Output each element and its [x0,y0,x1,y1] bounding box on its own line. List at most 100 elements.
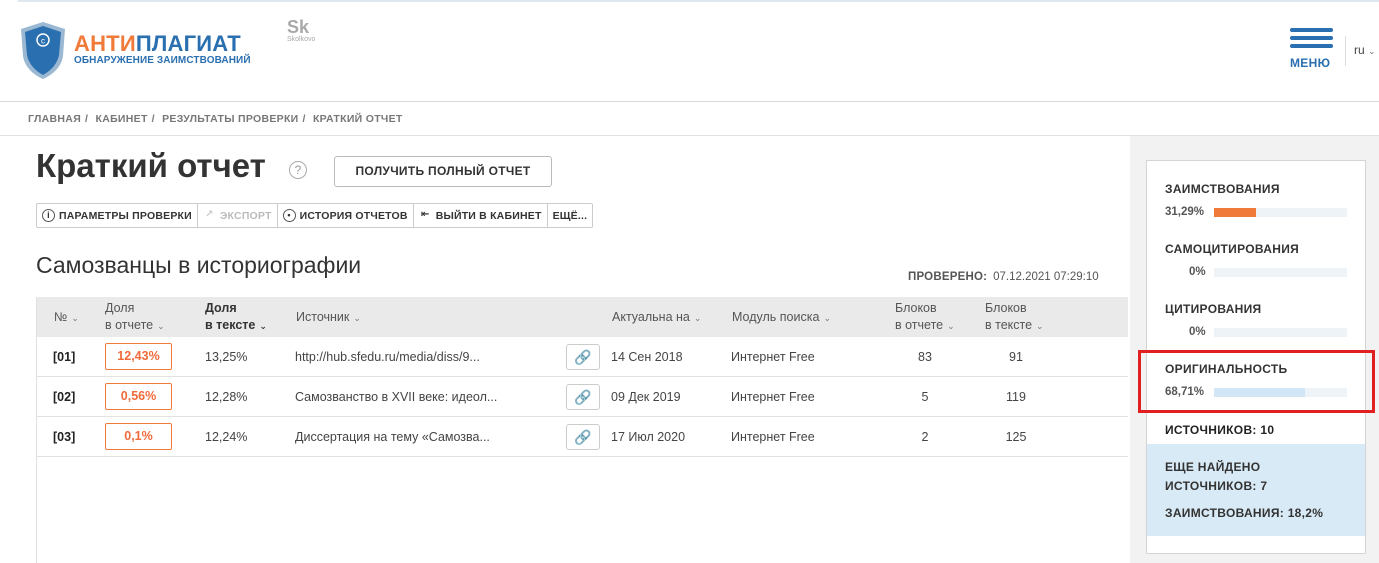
sources-table: № ⌄ Доля в отчете ⌄ Доля в тексте ⌄ Источник ⌄… [36,297,1128,563]
chevron-down-icon: ⌄ [353,313,361,323]
logo-title-part1: АНТИ [74,31,136,56]
logo-subtitle: ОБНАРУЖЕНИЕ ЗАИМСТВОВАНИЙ [74,55,251,66]
col-share-report-label-1: Доля [105,301,135,315]
row-num: [02] [53,390,76,404]
originality-highlight-box [1138,350,1375,413]
table-row[interactable]: [02] 0,56% 12,28% Самозванство в XVII ве… [37,377,1128,417]
menu-label: МЕНЮ [1290,56,1331,70]
sources-count: ИСТОЧНИКОВ: 10 [1165,423,1274,437]
report-toolbar: i ПАРАМЕТРЫ ПРОВЕРКИ ↗ ЭКСПОРТ • ИСТОРИЯ… [36,203,594,228]
share-in-report[interactable]: 12,43% [105,343,172,370]
chevron-down-icon: ⌄ [947,321,955,331]
col-share-text-header[interactable]: Доля в тексте ⌄ [205,300,267,335]
actual-date: 14 Сен 2018 [611,350,683,364]
source-link[interactable]: http://hub.sfedu.ru/media/diss/9... [295,337,480,377]
language-selector[interactable]: ru ⌄ [1354,43,1376,57]
share-in-text: 12,24% [205,430,248,444]
logo-title[interactable]: АНТИПЛАГИАТ [74,31,241,57]
chevron-down-icon: ⌄ [71,313,79,323]
antiplagiat-shield-logo[interactable]: c [18,20,68,80]
selfcite-bar [1214,268,1347,277]
source-link[interactable]: Самозванство в XVII веке: идеол... [295,377,497,417]
col-blocks-report-label-1: Блоков [895,301,937,315]
col-blocks-text-header[interactable]: Блоков в тексте ⌄ [985,300,1044,335]
more-found-sources-value: 7 [1260,479,1268,493]
breadcrumb-results[interactable]: РЕЗУЛЬТАТЫ ПРОВЕРКИ [162,113,298,125]
source-link[interactable]: Диссертация на тему «Самозва... [295,417,490,457]
col-module-header[interactable]: Модуль поиска ⌄ [732,309,831,327]
sources-label: ИСТОЧНИКОВ: [1165,423,1257,437]
share-in-report[interactable]: 0,1% [105,423,172,450]
logo-title-part2: ПЛАГИАТ [135,31,241,56]
top-divider [18,0,1379,2]
help-icon[interactable]: ? [289,161,307,179]
col-share-text-label-2: в тексте [205,318,256,332]
blocks-in-report: 83 [918,350,932,364]
chevron-down-icon: ⌄ [1036,321,1044,331]
citation-bar [1214,328,1347,337]
get-full-report-button[interactable]: ПОЛУЧИТЬ ПОЛНЫЙ ОТЧЕТ [334,156,552,187]
hamburger-icon-bar [1290,44,1333,48]
search-module: Интернет Free [731,430,815,444]
history-icon: • [282,209,296,222]
more-found-sources: ИСТОЧНИКОВ: 7 [1165,479,1267,493]
exit-icon: ⇤ [420,209,430,220]
skolkovo-logo: Sk Skolkovo [287,18,321,50]
report-history-button[interactable]: • ИСТОРИЯ ОТЧЕТОВ [278,204,414,227]
col-blocks-report-header[interactable]: Блоков в отчете ⌄ [895,300,955,335]
check-params-button[interactable]: i ПАРАМЕТРЫ ПРОВЕРКИ [37,204,198,227]
breadcrumb-home[interactable]: ГЛАВНАЯ [28,113,81,125]
checked-info: ПРОВЕРЕНО: 07.12.2021 07:29:10 [908,271,1099,283]
row-num: [01] [53,350,76,364]
sources-value: 10 [1260,423,1275,437]
exit-to-cabinet-button[interactable]: ⇤ ВЫЙТИ В КАБИНЕТ [414,204,548,227]
col-module-label: Модуль поиска [732,310,820,324]
col-actual-header[interactable]: Актуальна на ⌄ [612,309,701,327]
report-history-label: ИСТОРИЯ ОТЧЕТОВ [299,209,408,222]
blocks-in-report: 2 [921,430,929,444]
link-icon[interactable]: 🔗 [566,384,600,410]
skolkovo-logo-mark: Sk [287,17,310,37]
chevron-down-icon: ⌄ [259,321,267,331]
row-num: [03] [53,430,76,444]
actual-date: 17 Июл 2020 [611,430,686,444]
selfcite-label: САМОЦИТИРОВАНИЯ [1165,242,1300,256]
search-module: Интернет Free [731,350,815,364]
more-found-title: ЕЩЕ НАЙДЕНО [1165,460,1261,474]
hamburger-icon [1290,28,1333,32]
checked-datetime: 07.12.2021 07:29:10 [993,271,1099,283]
more-found-box[interactable]: ЕЩЕ НАЙДЕНО ИСТОЧНИКОВ: 7 ЗАИМСТВОВАНИЯ:… [1147,444,1365,536]
checked-label: ПРОВЕРЕНО: [908,271,988,283]
hamburger-icon-bar [1290,36,1333,40]
borrowing-label: ЗАИМСТВОВАНИЯ [1165,182,1280,196]
table-row[interactable]: [01] 12,43% 13,25% http://hub.sfedu.ru/m… [37,337,1128,377]
export-icon: ↗ [205,209,214,220]
more-found-sources-label: ИСТОЧНИКОВ: [1165,479,1257,493]
svg-text:c: c [41,37,45,46]
share-in-report[interactable]: 0,56% [105,383,172,410]
col-source-header[interactable]: Источник ⌄ [296,309,361,327]
blocks-in-text: 91 [1009,350,1023,364]
export-button[interactable]: ↗ ЭКСПОРТ [198,204,278,227]
col-share-text-label-1: Доля [205,301,237,315]
table-header: № ⌄ Доля в отчете ⌄ Доля в тексте ⌄ Источник ⌄… [37,297,1128,337]
document-name: Самозванцы в историографии [36,252,362,278]
blocks-in-text: 119 [1006,390,1026,404]
chevron-down-icon: ⌄ [157,321,165,331]
more-found-borrowing-label: ЗАИМСТВОВАНИЯ: [1165,506,1285,520]
more-button[interactable]: ЕЩЁ... [548,204,593,227]
col-blocks-text-label-2: в тексте [985,318,1033,332]
borrowing-bar-fill [1214,208,1256,217]
link-icon[interactable]: 🔗 [566,344,600,370]
table-row[interactable]: [03] 0,1% 12,24% Диссертация на тему «Са… [37,417,1128,457]
col-num-header[interactable]: № ⌄ [54,309,79,327]
more-label: ЕЩЁ... [552,209,588,222]
link-icon[interactable]: 🔗 [566,424,600,450]
actual-date: 09 Дек 2019 [611,390,681,404]
col-share-report-header[interactable]: Доля в отчете ⌄ [105,300,165,335]
menu-button[interactable]: МЕНЮ [1288,28,1334,72]
breadcrumb-cabinet[interactable]: КАБИНЕТ [95,113,147,125]
borrowing-value: 31,29% [1165,206,1205,218]
col-share-report-label-2: в отчете [105,318,154,332]
borrowing-bar [1214,208,1347,217]
